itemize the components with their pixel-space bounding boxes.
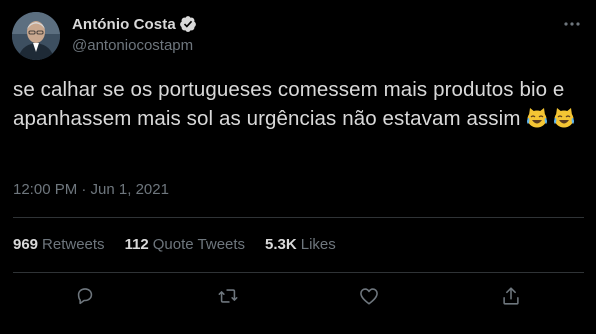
verified-badge-icon [179,15,197,33]
author-info: António Costa @antoniocostapm [72,14,197,54]
face-with-tears-of-joy-cat-icon [553,107,575,129]
more-options-icon[interactable] [562,14,582,34]
face-with-tears-of-joy-cat-icon [526,107,548,129]
tweet-text: se calhar se os portugueses comessem mai… [13,76,588,133]
likes-stat[interactable]: 5.3K Likes [265,236,336,253]
retweets-stat[interactable]: 969 Retweets [13,236,105,253]
quote-tweets-count: 112 [124,236,149,253]
likes-count: 5.3K [265,236,297,253]
tweet-body: se calhar se os portugueses comessem mai… [13,78,565,130]
retweets-count: 969 [13,236,39,253]
avatar[interactable] [12,12,60,60]
tweet-actions [0,285,596,309]
retweet-icon[interactable] [217,285,239,307]
like-icon[interactable] [358,285,380,307]
engagement-stats: 969 Retweets 112 Quote Tweets 5.3K Likes [13,236,356,253]
quote-tweets-label: Quote Tweets [152,236,246,253]
retweets-label: Retweets [42,236,105,253]
share-icon[interactable] [500,285,522,307]
display-name[interactable]: António Costa [72,16,176,33]
tweet-timestamp[interactable]: 12:00 PM · Jun 1, 2021 [13,181,169,198]
likes-label: Likes [300,236,336,253]
tweet: António Costa @antoniocostapm se calhar … [0,0,596,334]
name-row: António Costa [72,14,197,34]
reply-icon[interactable] [74,285,96,307]
profile-photo-icon [12,12,60,60]
handle[interactable]: @antoniocostapm [72,37,197,54]
divider [13,217,584,218]
quote-tweets-stat[interactable]: 112 Quote Tweets [125,236,245,253]
divider [13,272,584,273]
